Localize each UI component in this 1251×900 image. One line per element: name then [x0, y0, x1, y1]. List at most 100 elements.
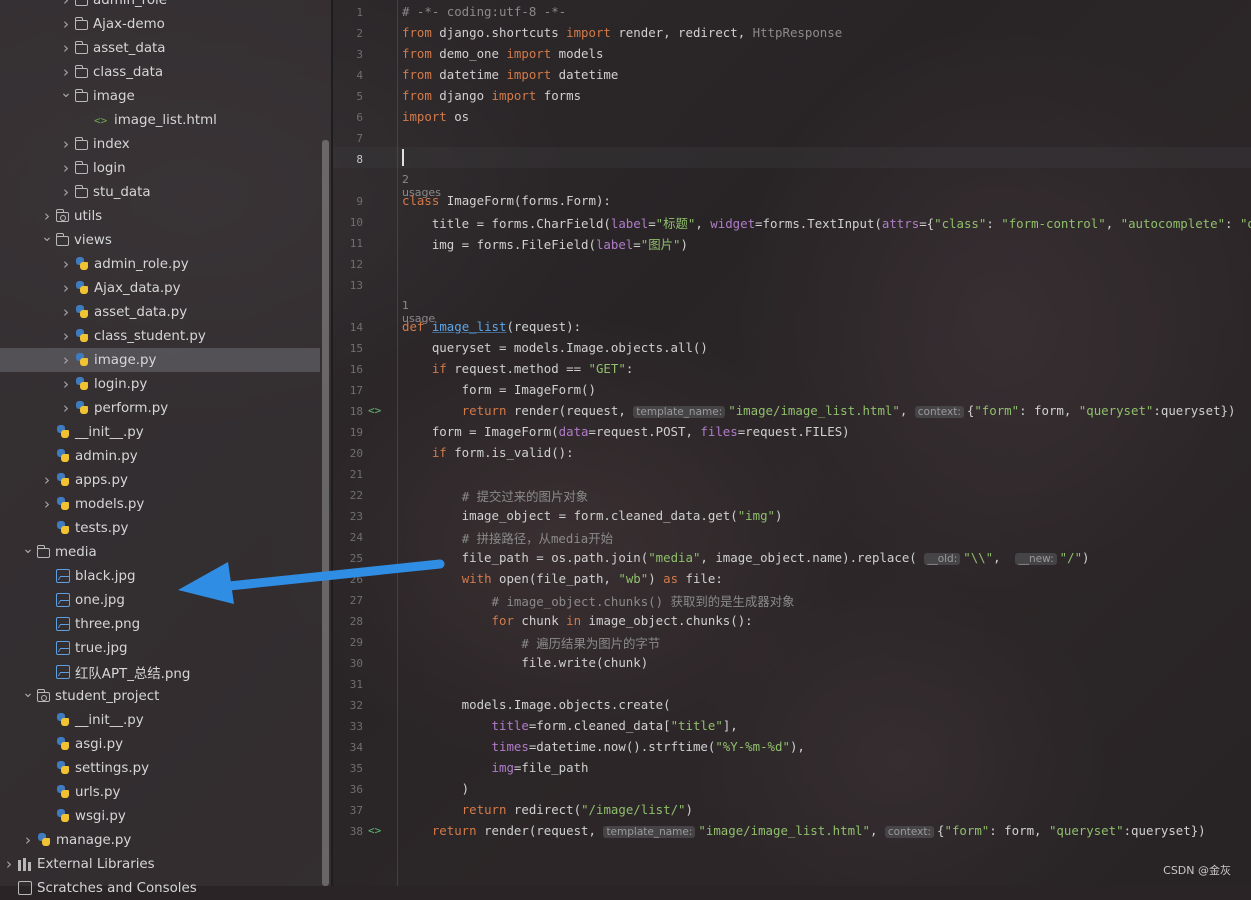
tree-item[interactable]: urls.py — [0, 780, 320, 804]
tree-item[interactable]: ⌄ image — [0, 84, 320, 108]
code-line[interactable]: times=datetime.now().strftime("%Y-%m-%d"… — [402, 739, 805, 754]
code-line[interactable]: if request.method == "GET": — [402, 361, 633, 376]
chevron-right-icon[interactable]: › — [60, 12, 72, 36]
tree-item[interactable]: › login.py — [0, 372, 320, 396]
code-line[interactable]: ) — [402, 781, 469, 796]
line-number[interactable]: 23 — [333, 510, 363, 523]
tree-item[interactable]: › login — [0, 156, 320, 180]
tree-item[interactable]: true.jpg — [0, 636, 320, 660]
line-number[interactable]: 1 — [333, 6, 363, 19]
tree-item[interactable]: › manage.py — [0, 828, 320, 852]
chevron-right-icon[interactable]: › — [60, 0, 72, 12]
code-line[interactable]: img = forms.FileField(label="图片") — [402, 235, 688, 253]
chevron-right-icon[interactable]: › — [60, 180, 72, 204]
line-number[interactable]: 32 — [333, 699, 363, 712]
line-number[interactable]: 22 — [333, 489, 363, 502]
code-line[interactable]: models.Image.objects.create( — [402, 697, 671, 712]
chevron-right-icon[interactable]: › — [41, 468, 53, 492]
tree-item[interactable]: asgi.py — [0, 732, 320, 756]
chevron-right-icon[interactable]: › — [60, 396, 72, 420]
tree-item[interactable]: › Ajax_data.py — [0, 276, 320, 300]
line-number[interactable]: 20 — [333, 447, 363, 460]
chevron-right-icon[interactable]: › — [3, 852, 15, 876]
chevron-right-icon[interactable]: › — [60, 300, 72, 324]
line-number[interactable]: 36 — [333, 783, 363, 796]
code-line[interactable]: form = ImageForm(data=request.POST, file… — [402, 424, 850, 439]
tree-item[interactable]: › admin_role.py — [0, 252, 320, 276]
tree-item[interactable]: › perform.py — [0, 396, 320, 420]
code-line[interactable]: import os — [402, 109, 469, 124]
tree-item[interactable]: › class_data — [0, 60, 320, 84]
code-line[interactable]: title=form.cleaned_data["title"], — [402, 718, 738, 733]
line-number[interactable]: 35 — [333, 762, 363, 775]
chevron-right-icon[interactable]: › — [60, 252, 72, 276]
chevron-down-icon[interactable]: ⌄ — [60, 81, 72, 105]
tree-item[interactable]: wsgi.py — [0, 804, 320, 828]
tree-item[interactable]: ⌄ views — [0, 228, 320, 252]
code-line[interactable]: form = ImageForm() — [402, 382, 596, 397]
line-number[interactable]: 15 — [333, 342, 363, 355]
chevron-right-icon[interactable]: › — [22, 828, 34, 852]
line-number[interactable]: 28 — [333, 615, 363, 628]
tree-item[interactable]: ⌄ student_project — [0, 684, 320, 708]
code-line[interactable]: # 遍历结果为图片的字节 — [402, 634, 660, 652]
tree-item[interactable]: › image.py — [0, 348, 320, 372]
line-number[interactable]: 18 — [333, 405, 363, 418]
line-number[interactable]: 37 — [333, 804, 363, 817]
code-line[interactable]: with open(file_path, "wb") as file: — [402, 571, 723, 586]
line-number[interactable]: 7 — [333, 132, 363, 145]
tree-item[interactable]: three.png — [0, 612, 320, 636]
tree-item[interactable]: tests.py — [0, 516, 320, 540]
code-line[interactable]: file_path = os.path.join("media", image_… — [402, 550, 1090, 565]
line-number[interactable]: 34 — [333, 741, 363, 754]
line-number[interactable]: 2 — [333, 27, 363, 40]
tree-item[interactable]: › asset_data — [0, 36, 320, 60]
tree-item[interactable]: 红队APT_总结.png — [0, 660, 320, 684]
tree-item[interactable]: admin.py — [0, 444, 320, 468]
code-line[interactable]: from django.shortcuts import render, red… — [402, 25, 842, 40]
tree-item[interactable]: › Ajax-demo — [0, 12, 320, 36]
chevron-right-icon[interactable]: › — [60, 372, 72, 396]
tree-item[interactable]: › apps.py — [0, 468, 320, 492]
line-number[interactable]: 21 — [333, 468, 363, 481]
line-number[interactable]: 11 — [333, 237, 363, 250]
code-line[interactable]: # 提交过来的图片对象 — [402, 487, 588, 505]
code-line[interactable]: if form.is_valid(): — [402, 445, 574, 460]
code-line[interactable]: # 拼接路径，从media开始 — [402, 529, 613, 547]
chevron-right-icon[interactable]: › — [41, 492, 53, 516]
line-number[interactable]: 31 — [333, 678, 363, 691]
line-number[interactable]: 33 — [333, 720, 363, 733]
tree-item[interactable]: __init__.py — [0, 708, 320, 732]
code-line[interactable]: from django import forms — [402, 88, 581, 103]
tree-item[interactable]: › models.py — [0, 492, 320, 516]
line-number[interactable]: 5 — [333, 90, 363, 103]
line-number[interactable]: 8 — [333, 153, 363, 166]
line-number[interactable]: 10 — [333, 216, 363, 229]
line-number[interactable]: 24 — [333, 531, 363, 544]
tree-item[interactable]: › External Libraries — [0, 852, 320, 876]
code-line[interactable]: for chunk in image_object.chunks(): — [402, 613, 753, 628]
line-number[interactable]: 19 — [333, 426, 363, 439]
line-number[interactable]: 4 — [333, 69, 363, 82]
chevron-down-icon[interactable]: ⌄ — [41, 225, 53, 249]
chevron-right-icon[interactable]: › — [60, 132, 72, 156]
tree-item[interactable]: › admin_role — [0, 0, 320, 12]
line-number[interactable]: 17 — [333, 384, 363, 397]
code-line[interactable]: file.write(chunk) — [402, 655, 648, 670]
tree-item[interactable]: › stu_data — [0, 180, 320, 204]
chevron-down-icon[interactable]: ⌄ — [22, 681, 34, 705]
line-number[interactable]: 9 — [333, 195, 363, 208]
chevron-down-icon[interactable]: ⌄ — [22, 537, 34, 561]
code-line[interactable]: # image_object.chunks() 获取到的是生成器对象 — [402, 592, 795, 610]
tree-item[interactable]: › class_student.py — [0, 324, 320, 348]
code-line[interactable]: def image_list(request): — [402, 319, 581, 334]
code-line[interactable]: title = forms.CharField(label="标题", widg… — [402, 214, 1251, 232]
tree-item[interactable]: <> image_list.html — [0, 108, 320, 132]
code-line[interactable]: image_object = form.cleaned_data.get("im… — [402, 508, 783, 523]
code-line[interactable]: class ImageForm(forms.Form): — [402, 193, 611, 208]
tree-item[interactable]: Scratches and Consoles — [0, 876, 320, 900]
template-link-icon[interactable]: <> — [368, 824, 381, 837]
chevron-right-icon[interactable]: › — [60, 156, 72, 180]
line-number[interactable]: 3 — [333, 48, 363, 61]
code-line[interactable]: return render(request, template_name: "im… — [402, 823, 1206, 838]
